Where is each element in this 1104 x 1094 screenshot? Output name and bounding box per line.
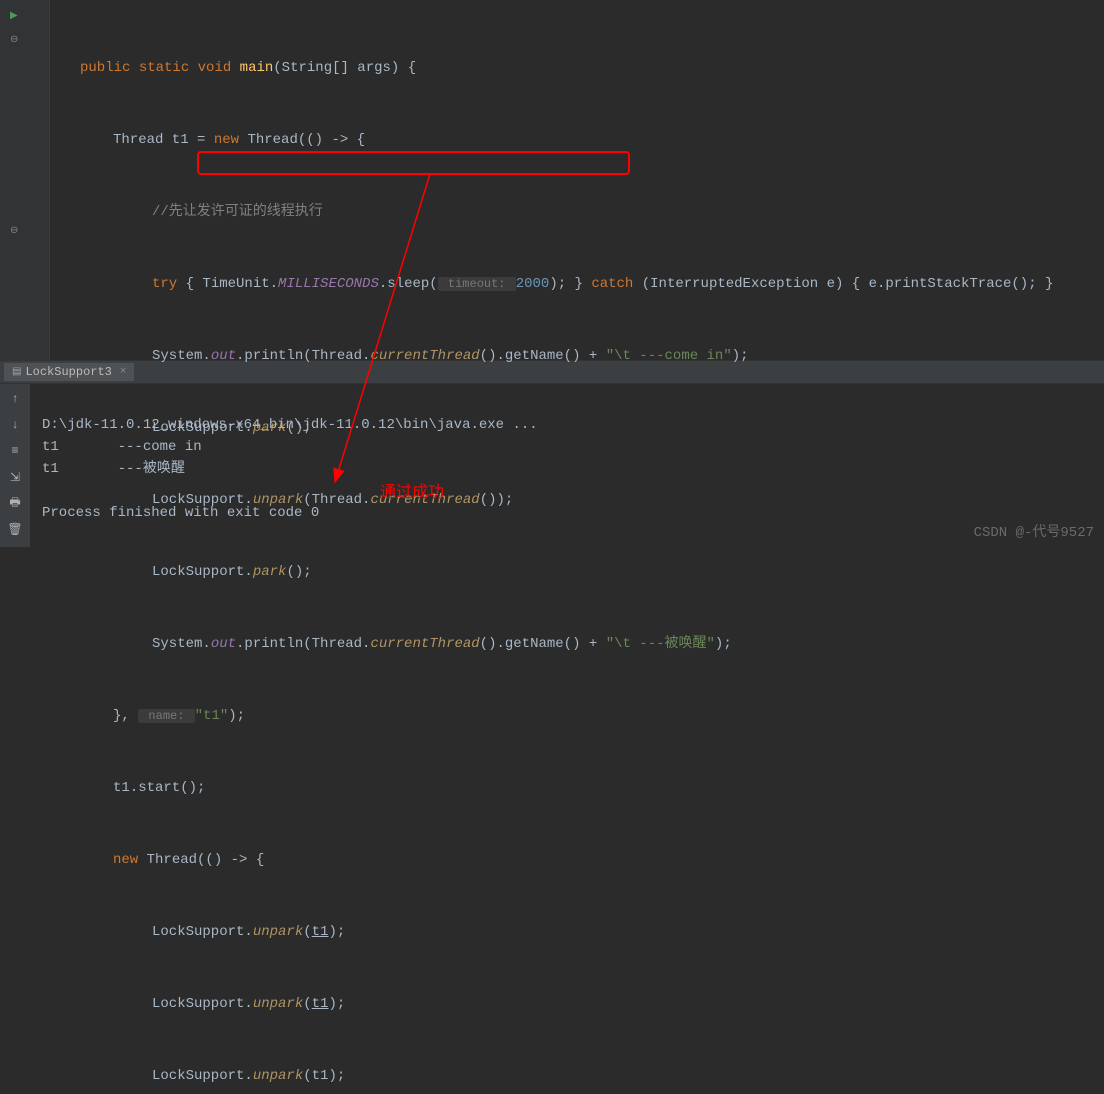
param-hint: timeout: bbox=[438, 277, 516, 291]
code-text: System. bbox=[152, 636, 211, 652]
code-text: (InterruptedException e) { e.printStackT… bbox=[633, 276, 1053, 292]
success-annotation: 通过成功 bbox=[380, 482, 444, 504]
console-output[interactable]: D:\jdk-11.0.12_windows-x64_bin\jdk-11.0.… bbox=[30, 384, 1104, 547]
keyword: try bbox=[152, 276, 177, 292]
watermark: CSDN @-代号9527 bbox=[974, 521, 1094, 541]
console-toolbar: ↑ ↓ ≡ ⇲ 🖶 🗑 bbox=[0, 384, 30, 547]
method: currentThread bbox=[370, 348, 479, 364]
method-name: main bbox=[240, 60, 274, 76]
keyword: static bbox=[139, 60, 189, 76]
string: "\t ---come in" bbox=[606, 348, 732, 364]
code-text: ); } bbox=[549, 276, 591, 292]
code-text: ( bbox=[303, 996, 311, 1012]
field: out bbox=[211, 348, 236, 364]
param-hint: name: bbox=[138, 709, 194, 723]
keyword: public bbox=[80, 60, 130, 76]
code-text: ); bbox=[228, 708, 245, 724]
code-text: (String[] args) { bbox=[273, 60, 416, 76]
highlight-annotation bbox=[197, 151, 630, 175]
keyword: new bbox=[214, 132, 239, 148]
code-text: Thread(() -> { bbox=[138, 852, 264, 868]
keyword: void bbox=[198, 60, 232, 76]
code-text: System. bbox=[152, 348, 211, 364]
code-editor[interactable]: ▶ ⊖ ⊖ public static void main(String[] a… bbox=[0, 0, 1104, 360]
soft-wrap-icon[interactable]: ≡ bbox=[6, 442, 24, 460]
fold-icon[interactable]: ⊖ bbox=[10, 34, 18, 46]
code-text: { TimeUnit. bbox=[177, 276, 278, 292]
run-config-icon: ▤ bbox=[12, 366, 21, 378]
string: "t1" bbox=[195, 708, 229, 724]
code-text: ); bbox=[328, 996, 345, 1012]
variable: t1 bbox=[312, 996, 329, 1012]
code-text: LockSupport. bbox=[152, 564, 253, 580]
keyword: new bbox=[113, 852, 138, 868]
console-panel: ↑ ↓ ≡ ⇲ 🖶 🗑 D:\jdk-11.0.12_windows-x64_b… bbox=[0, 384, 1104, 547]
code-text: LockSupport. bbox=[152, 1068, 253, 1084]
code-text: ( bbox=[303, 924, 311, 940]
code-content[interactable]: public static void main(String[] args) {… bbox=[50, 0, 1104, 360]
console-line: t1 ---被唤醒 bbox=[42, 461, 185, 477]
code-text: ); bbox=[328, 924, 345, 940]
run-gutter-icon[interactable]: ▶ bbox=[10, 10, 18, 22]
print-icon[interactable]: 🖶 bbox=[6, 494, 24, 512]
method: unpark bbox=[253, 924, 303, 940]
code-text: (); bbox=[286, 564, 311, 580]
code-text: LockSupport. bbox=[152, 924, 253, 940]
clear-icon[interactable]: 🗑 bbox=[6, 520, 24, 538]
scroll-to-bottom-icon[interactable]: ↓ bbox=[6, 416, 24, 434]
code-text: .println(Thread. bbox=[236, 348, 370, 364]
code-text: (t1); bbox=[303, 1068, 345, 1084]
code-text: Thread t1 = bbox=[113, 132, 214, 148]
editor-gutter[interactable]: ▶ ⊖ ⊖ bbox=[0, 0, 50, 360]
method: unpark bbox=[253, 996, 303, 1012]
code-text: LockSupport. bbox=[152, 996, 253, 1012]
variable: t1 bbox=[312, 924, 329, 940]
code-text: Thread(() -> { bbox=[239, 132, 365, 148]
string: "\t ---被唤醒" bbox=[606, 636, 715, 652]
code-text: t1.start(); bbox=[113, 780, 205, 796]
code-text: .sleep( bbox=[379, 276, 438, 292]
fold-icon[interactable]: ⊖ bbox=[10, 225, 18, 237]
scroll-to-end-icon[interactable]: ⇲ bbox=[6, 468, 24, 486]
keyword: catch bbox=[591, 276, 633, 292]
code-text: .println(Thread. bbox=[236, 636, 370, 652]
code-text: ); bbox=[715, 636, 732, 652]
code-text: ().getName() + bbox=[480, 348, 606, 364]
field: MILLISECONDS bbox=[278, 276, 379, 292]
console-line: t1 ---come in bbox=[42, 439, 202, 455]
comment: //先让发许可证的线程执行 bbox=[152, 204, 323, 220]
code-text: ); bbox=[732, 348, 749, 364]
scroll-to-top-icon[interactable]: ↑ bbox=[6, 390, 24, 408]
number: 2000 bbox=[516, 276, 550, 292]
code-text: ().getName() + bbox=[480, 636, 606, 652]
method: unpark bbox=[253, 1068, 303, 1084]
code-text: }, bbox=[113, 708, 138, 724]
console-line: D:\jdk-11.0.12_windows-x64_bin\jdk-11.0.… bbox=[42, 417, 538, 433]
field: out bbox=[211, 636, 236, 652]
console-line: Process finished with exit code 0 bbox=[42, 505, 319, 521]
method: currentThread bbox=[370, 636, 479, 652]
method: park bbox=[253, 564, 287, 580]
